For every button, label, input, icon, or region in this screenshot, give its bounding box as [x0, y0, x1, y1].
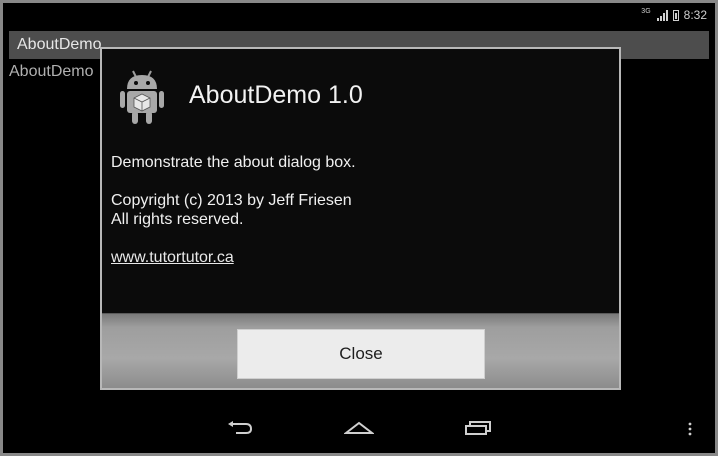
dialog-button-panel: Close: [102, 313, 619, 388]
dialog-body: Demonstrate the about dialog box. Copyri…: [111, 153, 609, 267]
main-text: AboutDemo: [9, 63, 94, 80]
status-bar: 3G 8:32: [3, 3, 715, 27]
recent-apps-icon[interactable]: [464, 421, 492, 435]
description-text: Demonstrate the about dialog box.: [111, 154, 356, 171]
signal-icon: [656, 9, 668, 21]
clock: 8:32: [683, 8, 707, 22]
status-icons: 3G 8:32: [641, 8, 707, 22]
rights-text: All rights reserved.: [111, 211, 244, 228]
copyright-text: Copyright (c) 2013 by Jeff Friesen: [111, 192, 352, 209]
dialog-title: AboutDemo 1.0: [189, 81, 363, 109]
back-icon[interactable]: [226, 421, 254, 435]
android-robot-icon: [120, 70, 164, 124]
app-title: AboutDemo: [17, 36, 102, 53]
website-link[interactable]: www.tutortutor.ca: [111, 249, 234, 266]
dialog-header: AboutDemo 1.0: [102, 49, 619, 139]
network-type: 3G: [641, 8, 651, 15]
close-button[interactable]: Close: [237, 329, 485, 379]
navigation-bar: [3, 403, 715, 453]
battery-icon: [672, 9, 679, 21]
about-dialog: AboutDemo 1.0 Demonstrate the about dial…: [100, 47, 621, 390]
home-icon[interactable]: [344, 421, 374, 435]
device-screen: 3G 8:32 AboutDemo AboutDemo AboutDemo 1.…: [3, 3, 715, 453]
overflow-menu-icon[interactable]: [687, 422, 693, 436]
